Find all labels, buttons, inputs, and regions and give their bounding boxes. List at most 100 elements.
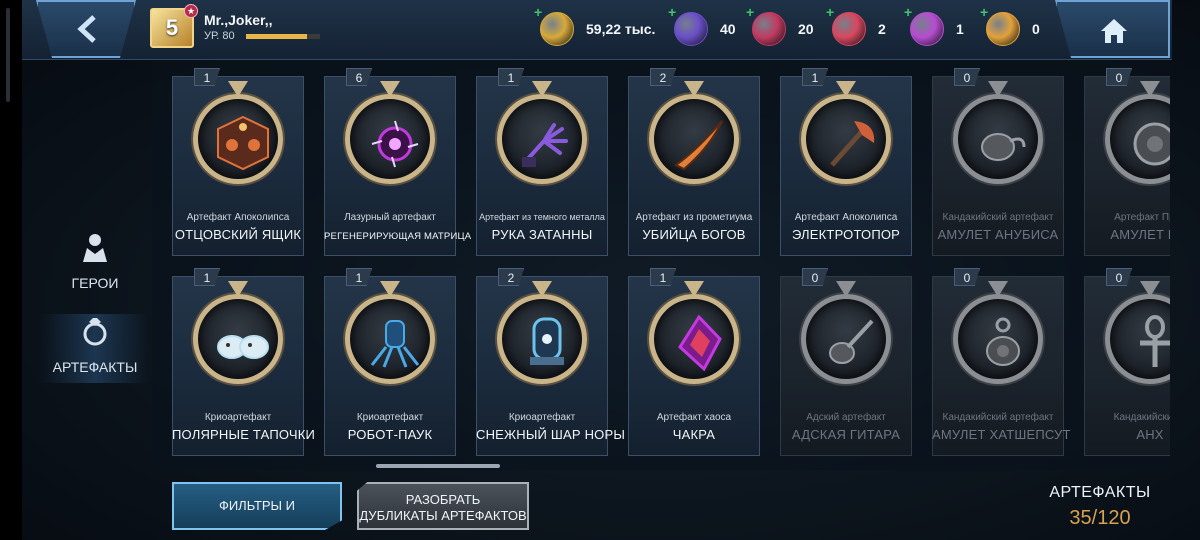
matrix-orb-icon <box>371 120 419 168</box>
resource-planet-orb[interactable]: +2 <box>826 4 886 48</box>
back-arrow-icon <box>77 15 96 43</box>
artifacts-summary-title: АРТЕФАКТЫ <box>1049 484 1151 501</box>
cube-icon <box>217 115 269 171</box>
player-avatar[interactable]: 5 ★ <box>150 4 198 48</box>
slippers-icon <box>217 335 269 359</box>
artifact-card[interactable]: 0Кандакийский аАНХ <box>1084 264 1170 456</box>
artifact-name: ПОЛЯРНЫЕ ТАПОЧКИ <box>172 427 316 442</box>
golden-orb-icon <box>986 12 1020 46</box>
artifact-card[interactable]: 1 Артефакт Апоколипса ОТЦОВСКИЙ ЯЩИК <box>172 64 304 256</box>
xp-bar <box>246 34 320 39</box>
artifact-type: Адский артефакт <box>806 412 886 423</box>
dismantle-label-line2: ДУБЛИКАТЫ АРТЕФАКТОВ <box>359 508 527 523</box>
artifact-card[interactable]: 0Артефакт ПреиАМУЛЕТ ШИ <box>1084 64 1170 256</box>
ankh-icon <box>1140 315 1170 367</box>
artifact-medal <box>497 294 587 384</box>
resource-purple-orb[interactable]: +40 <box>668 4 736 48</box>
artifact-type: Кандакийский артефакт <box>942 412 1054 423</box>
home-button[interactable] <box>1055 0 1170 58</box>
artifact-card[interactable]: 1 Артефакт хаоса ЧАКРА <box>628 264 760 456</box>
resource-value: 20 <box>798 21 814 37</box>
artifact-grid: 1 Артефакт Апоколипса ОТЦОВСКИЙ ЯЩИК 6 Лазур… <box>152 60 1170 470</box>
artifact-type: Артефакт из темного металла <box>479 212 605 222</box>
artifact-medal <box>953 294 1043 384</box>
multicolor-orb-icon <box>910 12 944 46</box>
artifact-card[interactable]: 1 Артефакт Апоколипса ЭЛЕКТРОТОПОР <box>780 64 912 256</box>
nav-heroes[interactable]: ГЕРОИ <box>40 232 150 291</box>
artifact-card[interactable]: 0 Адский артефакт АДСКАЯ ГИТАРА <box>780 264 912 456</box>
claw-hand-icon <box>522 123 568 167</box>
artifact-type: Лазурный артефакт <box>344 212 436 223</box>
plus-icon[interactable]: + <box>904 4 912 20</box>
planet-orb-icon <box>832 12 866 46</box>
resource-value: 0 <box>1032 21 1040 37</box>
artifact-type: Кандакийский а <box>1113 412 1170 423</box>
artifact-name: РЕГЕНЕРИРУЮЩАЯ МАТРИЦА <box>324 231 472 242</box>
game-screen: 5 ★ Mr.,Joker,, УР. 80 +59,22 тыс. +40 +20… <box>0 0 1200 540</box>
resource-value: 2 <box>878 21 886 37</box>
artifact-type: Артефакт Преи <box>1114 212 1170 223</box>
crimson-orb-icon <box>752 12 786 46</box>
plus-icon[interactable]: + <box>980 4 988 20</box>
artifact-medal <box>801 294 891 384</box>
artifact-card[interactable]: 0 Кандакийский артефакт АМУЛЕТ АНУБИСА <box>932 64 1064 256</box>
player-level: УР. 80 <box>204 30 235 42</box>
artifacts-icon <box>83 318 107 346</box>
artifact-name: УБИЙЦА БОГОВ <box>642 227 746 242</box>
artifact-name: АМУЛЕТ ШИ <box>1110 227 1170 242</box>
guitar-icon <box>829 319 874 364</box>
artifact-name: ЭЛЕКТРОТОПОР <box>791 227 901 242</box>
filter-sort-button[interactable]: ФИЛЬТРЫ И СОРТИРОВКА <box>172 482 342 530</box>
dismantle-duplicates-button[interactable]: РАЗОБРАТЬ ДУБЛИКАТЫ АРТЕФАКТОВ <box>357 482 529 530</box>
back-button[interactable] <box>36 0 136 58</box>
plus-icon[interactable]: + <box>534 4 542 20</box>
artifact-medal <box>649 94 739 184</box>
nav-heroes-label: ГЕРОИ <box>71 275 119 291</box>
artifact-name: АДСКАЯ ГИТАРА <box>791 427 901 442</box>
amulet-icon <box>981 133 1026 161</box>
artifact-name: АМУЛЕТ АНУБИСА <box>937 227 1059 242</box>
spider-robot-icon <box>370 320 420 368</box>
artifact-name: АНХ <box>1136 427 1164 442</box>
artifact-card[interactable]: 2 Артефакт из прометиума УБИЙЦА БОГОВ <box>628 64 760 256</box>
artifact-card[interactable]: 1 Артефакт из темного металла РУКА ЗАТАННЫ <box>476 64 608 256</box>
artifact-name: СНЕЖНЫЙ ШАР НОРЫ <box>476 427 626 442</box>
artifact-type: Кандакийский артефакт <box>942 212 1054 223</box>
heroes-icon <box>83 234 107 262</box>
plus-icon[interactable]: + <box>668 4 676 20</box>
plus-icon[interactable]: + <box>826 4 834 20</box>
artifact-type: Криоартефакт <box>356 412 424 423</box>
device-edge <box>0 0 22 540</box>
resource-gold-coin[interactable]: +59,22 тыс. <box>534 4 656 48</box>
artifact-medal <box>649 294 739 384</box>
artifact-card[interactable]: 6 Лазурный артефакт РЕГЕНЕРИРУЮЩАЯ МАТРИЦА <box>324 64 472 256</box>
artifact-type: Артефакт из прометиума <box>635 212 753 223</box>
dismantle-label-line1: РАЗОБРАТЬ <box>405 492 481 507</box>
nav-artifacts-label: АРТЕФАКТЫ <box>52 359 138 375</box>
scroll-indicator[interactable] <box>376 464 500 468</box>
artifact-type: Криоартефакт <box>508 412 576 423</box>
resource-value: 1 <box>956 21 964 37</box>
plus-icon[interactable]: + <box>746 4 754 20</box>
artifact-name: ЧАКРА <box>672 427 716 442</box>
artifact-medal <box>193 294 283 384</box>
nav-artifacts[interactable]: АРТЕФАКТЫ <box>40 314 150 383</box>
resource-value: 59,22 тыс. <box>586 21 656 37</box>
artifact-type: Артефакт Апоколипса <box>186 212 290 223</box>
artifact-name: РОБОТ-ПАУК <box>347 427 433 442</box>
home-icon <box>1101 19 1127 43</box>
artifact-card[interactable]: 1 Криоартефакт ПОЛЯРНЫЕ ТАПОЧКИ <box>172 264 316 456</box>
artifact-card[interactable]: 1 Криоартефакт РОБОТ-ПАУК <box>324 264 456 456</box>
resource-value: 40 <box>720 21 736 37</box>
artifact-name: ОТЦОВСКИЙ ЯЩИК <box>174 227 302 242</box>
resource-golden-orb[interactable]: +0 <box>980 4 1040 48</box>
artifact-medal <box>801 94 891 184</box>
artifact-card[interactable]: 0 Кандакийский артефакт АМУЛЕТ ХАТШЕПСУТ <box>932 264 1070 456</box>
player-name: Mr.,Joker,, <box>204 12 273 28</box>
rank-badge: 5 <box>165 15 179 40</box>
resource-crimson-orb[interactable]: +20 <box>746 4 814 48</box>
artifact-medal <box>193 94 283 184</box>
gold-coin-icon <box>540 12 574 46</box>
artifact-card[interactable]: 2 Криоартефакт СНЕЖНЫЙ ШАР НОРЫ <box>476 264 626 456</box>
resource-multicolor-orb[interactable]: +1 <box>904 4 964 48</box>
